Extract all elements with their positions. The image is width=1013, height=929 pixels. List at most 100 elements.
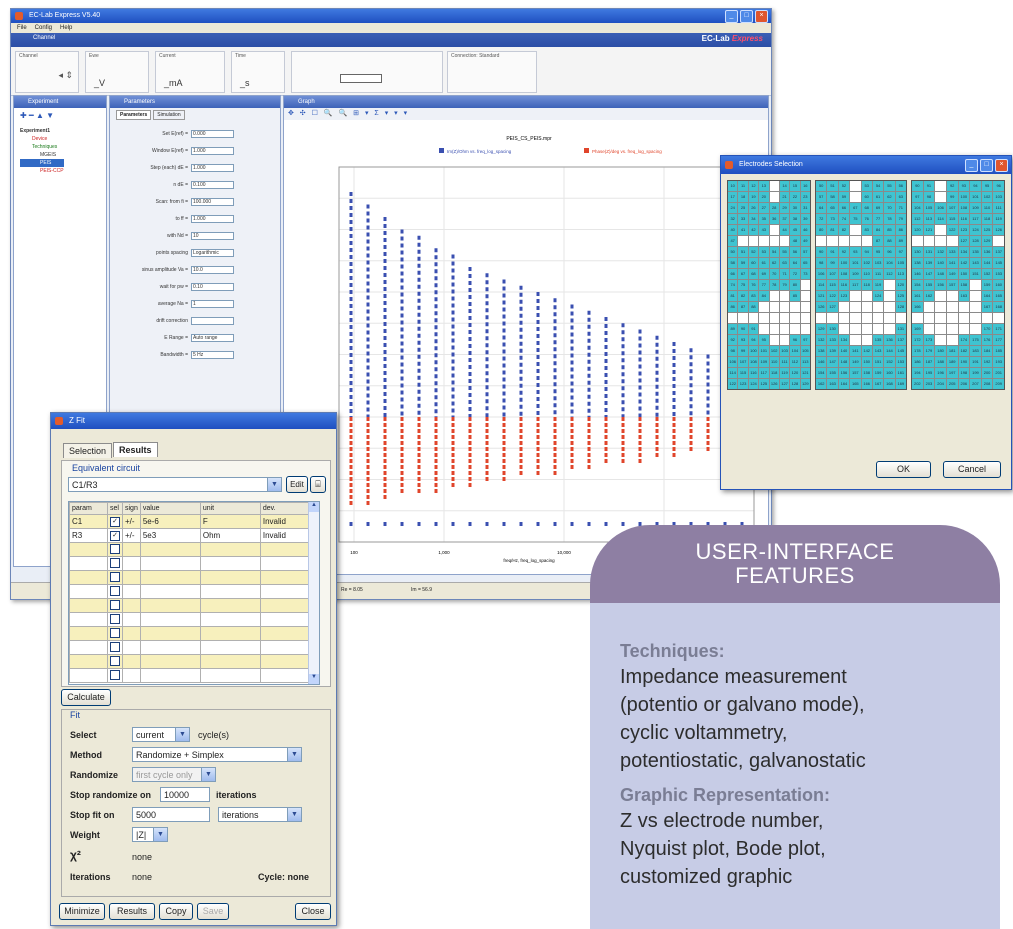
electrode-cell[interactable]: 11 bbox=[738, 181, 748, 191]
electrode-cell[interactable] bbox=[884, 313, 895, 323]
electrode-cell[interactable] bbox=[790, 313, 800, 323]
minimize-icon[interactable]: _ bbox=[965, 159, 978, 172]
electrode-cell[interactable] bbox=[769, 236, 779, 246]
electrode-cell[interactable] bbox=[779, 302, 790, 312]
electrode-cell[interactable]: 105 bbox=[923, 203, 935, 213]
electrode-cell[interactable]: 174 bbox=[958, 335, 970, 345]
electrode-cell[interactable]: 70 bbox=[884, 203, 895, 213]
electrode-cell[interactable]: 44 bbox=[779, 225, 790, 235]
electrode-cell[interactable]: 106 bbox=[816, 269, 827, 279]
checkbox[interactable] bbox=[110, 627, 120, 638]
minimize-icon[interactable]: _ bbox=[725, 10, 738, 23]
tree-item-experiment[interactable]: Experiment1 bbox=[20, 127, 100, 135]
electrode-cell[interactable] bbox=[884, 302, 895, 312]
parameter-input[interactable]: 1.000 bbox=[191, 164, 234, 172]
electrode-cell[interactable]: 176 bbox=[981, 335, 993, 345]
electrode-cell[interactable]: 14 bbox=[779, 181, 790, 191]
electrode-cell[interactable]: 125 bbox=[895, 291, 906, 301]
electrode-cell[interactable]: 137 bbox=[895, 335, 906, 345]
electrode-cell[interactable]: 155 bbox=[827, 368, 838, 378]
electrode-cell[interactable]: 71 bbox=[779, 269, 790, 279]
parameter-input[interactable]: 5 Hz bbox=[191, 351, 234, 359]
copy-button[interactable]: Copy bbox=[159, 903, 193, 920]
electrode-cell[interactable]: 76 bbox=[748, 280, 759, 290]
electrode-cell[interactable] bbox=[935, 192, 946, 202]
menu-config[interactable]: Config bbox=[35, 23, 52, 33]
stop-fit-unit-dropdown[interactable]: iterations ▼ bbox=[218, 807, 302, 822]
electrode-cell[interactable] bbox=[800, 291, 810, 301]
electrode-cell[interactable]: 92 bbox=[728, 335, 738, 345]
electrode-cell[interactable]: 164 bbox=[981, 291, 993, 301]
table-row[interactable] bbox=[69, 654, 319, 669]
table-row[interactable] bbox=[69, 640, 319, 655]
electrode-cell[interactable]: 141 bbox=[850, 346, 861, 356]
checkbox[interactable] bbox=[110, 641, 120, 652]
electrode-cell[interactable]: 164 bbox=[838, 379, 850, 389]
parameter-input[interactable]: 1.000 bbox=[191, 215, 234, 223]
electrode-cell[interactable]: 53 bbox=[759, 247, 769, 257]
electrode-cell[interactable]: 134 bbox=[958, 247, 970, 257]
parameter-input[interactable]: 100.000 bbox=[191, 198, 234, 206]
electrode-cell[interactable]: 76 bbox=[861, 214, 872, 224]
electrode-cell[interactable] bbox=[850, 335, 861, 345]
electrode-cell[interactable] bbox=[769, 192, 779, 202]
electrode-cell[interactable]: 110 bbox=[981, 203, 993, 213]
parameter-input[interactable] bbox=[191, 317, 234, 325]
electrode-cell[interactable]: 157 bbox=[850, 368, 861, 378]
electrode-cell[interactable]: 49 bbox=[800, 236, 810, 246]
electrode-cell[interactable]: 168 bbox=[993, 302, 1004, 312]
electrode-cell[interactable] bbox=[838, 324, 850, 334]
electrode-cell[interactable]: 106 bbox=[728, 357, 738, 367]
electrode-cell[interactable]: 155 bbox=[923, 280, 935, 290]
electrode-cell[interactable]: 124 bbox=[748, 379, 759, 389]
electrode-cell[interactable]: 58 bbox=[827, 192, 838, 202]
electrode-cell[interactable]: 97 bbox=[800, 335, 810, 345]
electrode-cell[interactable]: 172 bbox=[912, 335, 923, 345]
electrode-cell[interactable]: 21 bbox=[779, 192, 790, 202]
electrode-cell[interactable]: 204 bbox=[935, 379, 946, 389]
electrode-cell[interactable]: 89 bbox=[728, 324, 738, 334]
electrode-cell[interactable]: 107 bbox=[946, 203, 958, 213]
electrode-cell[interactable]: 152 bbox=[981, 269, 993, 279]
experiment-toolbar[interactable]: ✚ ━ ▲ ▼ bbox=[14, 108, 106, 123]
electrode-cell[interactable]: 83 bbox=[748, 291, 759, 301]
circuit-select[interactable]: C1/R3 ▼ bbox=[68, 477, 282, 492]
electrode-cell[interactable]: 35 bbox=[759, 214, 769, 224]
electrode-cell[interactable]: 20 bbox=[759, 192, 769, 202]
electrode-cell[interactable]: 15 bbox=[790, 181, 800, 191]
header-unit[interactable]: unit bbox=[199, 502, 261, 515]
electrode-cell[interactable]: 98 bbox=[816, 258, 827, 268]
electrode-cell[interactable]: 196 bbox=[935, 368, 946, 378]
electrode-cell[interactable]: 86 bbox=[728, 302, 738, 312]
electrode-cell[interactable] bbox=[759, 236, 769, 246]
electrode-cell[interactable]: 189 bbox=[946, 357, 958, 367]
electrode-cell[interactable] bbox=[850, 192, 861, 202]
electrode-cell[interactable]: 87 bbox=[738, 302, 748, 312]
electrode-cell[interactable]: 32 bbox=[728, 214, 738, 224]
electrode-cell[interactable]: 138 bbox=[816, 346, 827, 356]
electrode-cell[interactable] bbox=[838, 302, 850, 312]
electrode-cell[interactable]: 109 bbox=[970, 203, 981, 213]
electrode-cell[interactable]: 116 bbox=[958, 214, 970, 224]
electrode-cell[interactable]: 133 bbox=[827, 335, 838, 345]
electrode-cell[interactable] bbox=[769, 313, 779, 323]
electrode-cell[interactable]: 120 bbox=[790, 368, 800, 378]
electrode-cell[interactable]: 57 bbox=[816, 192, 827, 202]
electrode-cell[interactable]: 80 bbox=[816, 225, 827, 235]
electrode-cell[interactable] bbox=[779, 313, 790, 323]
electrode-cell[interactable]: 82 bbox=[738, 291, 748, 301]
electrode-cell[interactable]: 179 bbox=[923, 346, 935, 356]
electrode-cell[interactable] bbox=[884, 324, 895, 334]
electrode-cell[interactable]: 82 bbox=[838, 225, 850, 235]
table-row[interactable] bbox=[69, 570, 319, 585]
electrode-cell[interactable]: 73 bbox=[800, 269, 810, 279]
electrode-cell[interactable]: 150 bbox=[958, 269, 970, 279]
electrode-cell[interactable]: 16 bbox=[800, 181, 810, 191]
electrode-cell[interactable]: 113 bbox=[923, 214, 935, 224]
electrode-cell[interactable]: 84 bbox=[759, 291, 769, 301]
electrode-cell[interactable]: 119 bbox=[993, 214, 1004, 224]
electrode-cell[interactable]: 144 bbox=[884, 346, 895, 356]
electrode-cell[interactable]: 124 bbox=[970, 225, 981, 235]
electrode-cell[interactable]: 145 bbox=[895, 346, 906, 356]
electrode-cell[interactable] bbox=[935, 181, 946, 191]
